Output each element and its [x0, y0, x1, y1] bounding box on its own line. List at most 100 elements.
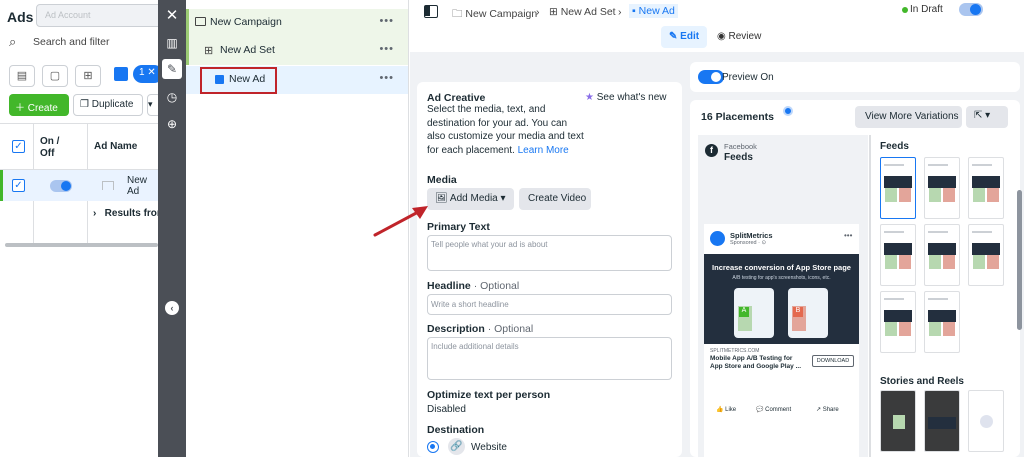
grid-tab-icon[interactable]: ⊞: [75, 65, 101, 87]
create-video-button[interactable]: Create Video: [519, 188, 591, 210]
like-action[interactable]: 👍 Like: [716, 406, 736, 413]
placement-thumbnail[interactable]: [924, 291, 960, 353]
placement-thumbnail[interactable]: [924, 224, 960, 286]
placement-thumbnail[interactable]: [968, 157, 1004, 219]
breadcrumb-separator: ›: [536, 6, 540, 18]
add-media-button[interactable]: 🖼 Add Media ▾: [427, 188, 514, 210]
ads-table-panel: Ads Ad Account ⌕ Search and filter ▤ ▢ ⊞…: [0, 0, 158, 457]
media-label: Media: [427, 174, 457, 186]
account-selector[interactable]: Ad Account: [36, 4, 158, 27]
post-more-icon[interactable]: •••: [844, 231, 852, 240]
more-options-icon[interactable]: •••: [379, 72, 394, 84]
ad-toggle[interactable]: [959, 3, 983, 16]
row-checkbox[interactable]: ✓: [12, 179, 25, 192]
primary-text-input[interactable]: Tell people what your ad is about: [427, 235, 672, 271]
stories-section-title: Stories and Reels: [880, 376, 964, 387]
post-url: SPLITMETRICS.COM: [710, 348, 760, 354]
story-thumbnail[interactable]: [968, 390, 1004, 452]
open-external-button[interactable]: ⇱ ▾: [966, 106, 1008, 128]
close-icon[interactable]: ✕: [162, 6, 182, 26]
sidebar-toggle-icon[interactable]: [424, 5, 438, 18]
placement-thumbnail[interactable]: [880, 291, 916, 353]
post-brand: SplitMetrics: [730, 231, 773, 240]
breadcrumb-bar: 🗀 New Campaign › ⊞ New Ad Set › ▪ New Ad…: [410, 0, 1024, 26]
breadcrumb-ad-label: New Ad: [638, 5, 675, 17]
search-bar[interactable]: ⌕ Search and filter: [0, 31, 158, 55]
tool-rail: ✕ ▥ ✎ ◷ ⊕ ‹: [158, 0, 186, 457]
toggle-knob: [711, 72, 721, 82]
review-tab[interactable]: ◉ Review: [717, 31, 761, 42]
story-thumbnail[interactable]: [880, 390, 916, 452]
optional-tag: · Optional: [473, 280, 520, 292]
section-description: Select the media, text, and destination …: [427, 103, 587, 157]
breadcrumb-campaign[interactable]: 🗀 New Campaign: [452, 6, 537, 24]
post-creative-image: Increase conversion of App Store page A/…: [704, 254, 859, 344]
toggle-knob: [61, 181, 71, 191]
primary-text-label: Primary Text: [427, 221, 490, 233]
link-icon: 🔗: [448, 438, 465, 455]
review-label: Review: [728, 31, 762, 42]
tree-item-campaign[interactable]: New Campaign •••: [186, 9, 408, 37]
column-header-on-off[interactable]: On / Off: [40, 136, 70, 160]
results-row[interactable]: › Results from: [93, 208, 158, 219]
campaigns-tab-icon[interactable]: ▤: [9, 65, 35, 87]
breadcrumb-ad-set[interactable]: ⊞ New Ad Set: [549, 6, 616, 18]
edit-pencil-icon[interactable]: ✎: [162, 59, 182, 79]
column-header-ad-name[interactable]: Ad Name: [94, 141, 137, 152]
preview-scrollbar[interactable]: [1017, 190, 1022, 330]
more-actions-button[interactable]: ▾: [147, 94, 158, 116]
download-button[interactable]: DOWNLOAD: [812, 355, 854, 367]
ad-preview-icon: [102, 181, 114, 190]
results-label: Results from: [104, 208, 158, 219]
horizontal-scrollbar[interactable]: [5, 243, 158, 247]
creative-headline: Increase conversion of App Store page: [712, 263, 851, 272]
headline-label: Headline · Optional: [427, 280, 519, 292]
story-thumbnail[interactable]: [924, 390, 960, 452]
placement-thumbnail[interactable]: [924, 157, 960, 219]
ads-tab-icon[interactable]: [114, 67, 128, 81]
share-action[interactable]: ↗ Share: [816, 406, 839, 413]
star-icon: ★: [585, 92, 594, 103]
history-icon[interactable]: ◷: [162, 87, 182, 107]
status-badge: In Draft: [910, 4, 943, 15]
row-status-bar: [0, 170, 3, 201]
more-options-icon[interactable]: •••: [379, 43, 394, 55]
see-whats-new-link[interactable]: ★ See what's new: [585, 92, 666, 103]
tree-item-ad-set[interactable]: ⊞ New Ad Set •••: [186, 37, 408, 65]
table-row[interactable]: ✓ New Ad: [0, 170, 158, 201]
view-more-variations-button[interactable]: View More Variations: [855, 106, 962, 128]
row-ad-name[interactable]: New Ad: [127, 175, 158, 197]
select-all-checkbox[interactable]: ✓: [12, 140, 25, 153]
destination-radio[interactable]: [427, 441, 439, 453]
more-options-icon[interactable]: •••: [379, 15, 394, 27]
destination-label: Destination: [427, 424, 485, 436]
preview-toggle-label: Preview On: [722, 72, 774, 83]
create-button[interactable]: ＋ Create: [9, 94, 69, 116]
optional-tag: · Optional: [487, 323, 534, 335]
ad-post-preview: SplitMetrics Sponsored · ⊙ ••• Increase …: [704, 224, 859, 400]
optimize-label: Optimize text per person: [427, 389, 551, 401]
adsets-tab-icon[interactable]: ▢: [42, 65, 68, 87]
chart-icon[interactable]: ▥: [162, 33, 182, 53]
duplicate-label: Duplicate: [91, 99, 134, 110]
learn-more-link[interactable]: Learn More: [518, 145, 569, 156]
duplicate-button[interactable]: ❐ Duplicate: [73, 94, 143, 116]
placement-title: Feeds: [724, 152, 753, 163]
comment-action[interactable]: 💬 Comment: [756, 406, 791, 413]
zoom-icon[interactable]: ⊕: [162, 114, 182, 134]
description-input[interactable]: Include additional details: [427, 337, 672, 380]
selected-count-pill[interactable]: 1 ✕: [133, 65, 158, 83]
placement-thumbnail[interactable]: [880, 224, 916, 286]
headline-input[interactable]: Write a short headline: [427, 294, 672, 315]
search-input[interactable]: Search and filter: [33, 36, 109, 48]
phone-mock-a: A: [734, 288, 774, 338]
like-label: Like: [725, 407, 737, 413]
edit-tab[interactable]: ✎ Edit: [661, 26, 707, 48]
row-toggle[interactable]: [50, 180, 72, 192]
placement-thumbnail[interactable]: [968, 224, 1004, 286]
collapse-panel-icon[interactable]: ‹: [165, 301, 179, 315]
post-sponsored: Sponsored · ⊙: [730, 240, 767, 246]
breadcrumb-ad[interactable]: ▪ New Ad: [629, 4, 678, 18]
preview-toggle[interactable]: [698, 70, 724, 84]
placement-thumbnail[interactable]: [880, 157, 916, 219]
